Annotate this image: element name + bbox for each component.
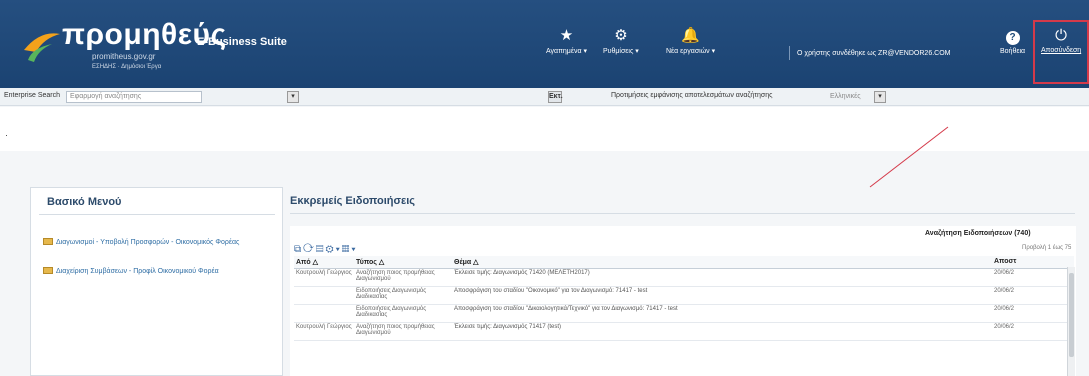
cell-type: Ειδοποιήσεις Διαγωνισμός Διαδικασίας [354, 304, 452, 323]
help-icon: ? [1005, 31, 1020, 45]
help-label: Βοήθεια [1000, 48, 1026, 55]
folder-icon [43, 267, 53, 274]
gear-icon: ⚙ [614, 27, 628, 44]
main-menu-panel: Βασικό Μενού Διαγωνισμοί - Υποβολή Προσφ… [30, 187, 283, 376]
cell-subject[interactable]: Έκλεισε τιμής: Διαγωνισμός 71420 (ΜΕΛΕΤΗ… [452, 268, 992, 287]
logo-tagline: ΕΣΗΔΗΣ · Δημόσιοι Έργα [92, 64, 162, 70]
nav-divider [789, 46, 790, 60]
cell-type: Αναζήτηση ποιος προμήθειας Διαγωνισμού [354, 322, 452, 341]
bell-icon: 🔔 [681, 27, 700, 44]
menu-item-tenders[interactable]: Διαγωνισμοί - Υποβολή Προσφορών - Οικονο… [43, 236, 253, 249]
col-header-subject[interactable]: Θέμα △ [452, 256, 992, 269]
cell-type: Αναζήτηση ποιος προμήθειας Διαγωνισμού [354, 268, 452, 287]
cell-date: 20/06/2 [992, 268, 1074, 287]
table-toolbar: ⧉⟳▤⚙▾▦▾ [294, 244, 358, 255]
cell-date: 20/06/2 [992, 322, 1074, 341]
folder-icon [43, 238, 53, 245]
menu-item-tenders-label: Διαγωνισμοί - Υποβολή Προσφορών - Οικονο… [56, 239, 240, 246]
table-header-row: Από △ Τύπος △ Θέμα △ Αποστ [294, 256, 1074, 269]
nav-notifications[interactable]: 🔔 Νέα εργασιών ▾ [666, 27, 715, 56]
cell-subject[interactable]: Έκλεισε τιμής: Διαγωνισμός 71417 (test) [452, 322, 992, 341]
detach-icon[interactable]: ⧉ [294, 244, 303, 255]
col-header-from[interactable]: Από △ [294, 256, 354, 269]
search-label: Enterprise Search [4, 92, 61, 99]
cell-date: 20/06/2 [992, 286, 1074, 305]
table-scrollbar[interactable] [1067, 267, 1075, 376]
cell-subject[interactable]: Αποσφράγιση του σταδίου "Δικαιολογητικά/… [452, 304, 992, 323]
logo-suite: E-Business Suite [197, 36, 287, 48]
notifications-table: Από △ Τύπος △ Θέμα △ Αποστ Κουτρουλή Γεώ… [294, 256, 1074, 341]
search-bar: Enterprise Search Εφαρμογή αναζήτησης ▾ … [0, 88, 1089, 106]
col-header-date[interactable]: Αποστ [992, 256, 1074, 269]
nav-notifications-label: Νέα εργασιών [666, 48, 710, 55]
table-row[interactable]: Ειδοποιήσεις Διαγωνισμός Διαδικασίας Απο… [294, 304, 1074, 323]
user-info: Ο χρήστης συνδέθηκε ως ZR@VENDOR26.COM [797, 50, 951, 57]
table-row[interactable]: Κουτρουλή Γεώργιος Αναζήτηση ποιος προμή… [294, 268, 1074, 287]
search-pref-value: Ελληνικές [830, 93, 861, 100]
refresh-icon[interactable]: ⟳ [303, 244, 316, 255]
nav-settings[interactable]: ⚙ Ρυθμίσεις ▾ [603, 27, 639, 56]
notifications-divider [290, 213, 1075, 214]
search-pref-dropdown-button[interactable]: ▾ [874, 91, 886, 103]
view-icon[interactable]: ▦▾ [342, 244, 358, 255]
search-scope-value: Εφαρμογή αναζήτησης [70, 93, 142, 100]
menu-item-contracts-label: Διαχείριση Συμβάσεων - Προφίλ Οικονομικο… [56, 268, 219, 275]
strip-bullet: · [5, 130, 8, 140]
logo-url: promitheus.gov.gr [92, 52, 156, 61]
logout-highlight [1033, 20, 1089, 84]
logo-icon [24, 33, 60, 62]
table-row[interactable]: Κουτρουλή Γεώργιος Αναζήτηση ποιος προμή… [294, 322, 1074, 341]
search-notifications-button[interactable]: Αναζήτηση Ειδοποιήσεων (740) [925, 230, 1031, 237]
col-header-type[interactable]: Τύπος △ [354, 256, 452, 269]
cell-date: 20/06/2 [992, 304, 1074, 323]
cell-from: Κουτρουλή Γεώργιος [294, 268, 354, 287]
export-icon[interactable]: ▤ [316, 244, 326, 255]
app-header: προμηθεύς E-Business Suite promitheus.go… [0, 0, 1089, 88]
main-menu-title: Βασικό Μενού [47, 196, 122, 208]
cell-from [294, 304, 354, 323]
nav-favorites[interactable]: ★ Αγαπημένα ▾ [546, 27, 587, 56]
record-count: Προβολή 1 έως 75 [1022, 245, 1072, 251]
scrollbar-thumb[interactable] [1069, 273, 1074, 357]
settings-icon[interactable]: ⚙▾ [326, 244, 342, 255]
help-button[interactable]: ? Βοήθεια [1000, 28, 1025, 55]
cell-subject[interactable]: Αποσφράγιση του σταδίου "Οικονομικό" για… [452, 286, 992, 305]
table-row[interactable]: Ειδοποιήσεις Διαγωνισμός Διαδικασίας Απο… [294, 286, 1074, 305]
cell-from [294, 286, 354, 305]
search-go-button[interactable]: Εκτ. [548, 91, 563, 103]
cell-type: Ειδοποιήσεις Διαγωνισμός Διαδικασίας [354, 286, 452, 305]
content-top-strip: · [0, 107, 1089, 151]
search-scope-dropdown-button[interactable]: ▾ [287, 91, 299, 103]
star-icon: ★ [559, 27, 574, 44]
menu-item-contracts[interactable]: Διαχείριση Συμβάσεων - Προφίλ Οικονομικο… [43, 265, 253, 278]
notifications-title: Εκκρεμείς Ειδοποιήσεις [290, 195, 416, 207]
nav-favorites-label: Αγαπημένα [546, 48, 582, 55]
nav-settings-label: Ρυθμίσεις [603, 48, 634, 55]
cell-from: Κουτρουλή Γεώργιος [294, 322, 354, 341]
menu-divider [39, 214, 275, 215]
search-pref-label: Προτιμήσεις εμφάνισης αποτελεσμάτων αναζ… [611, 92, 773, 99]
